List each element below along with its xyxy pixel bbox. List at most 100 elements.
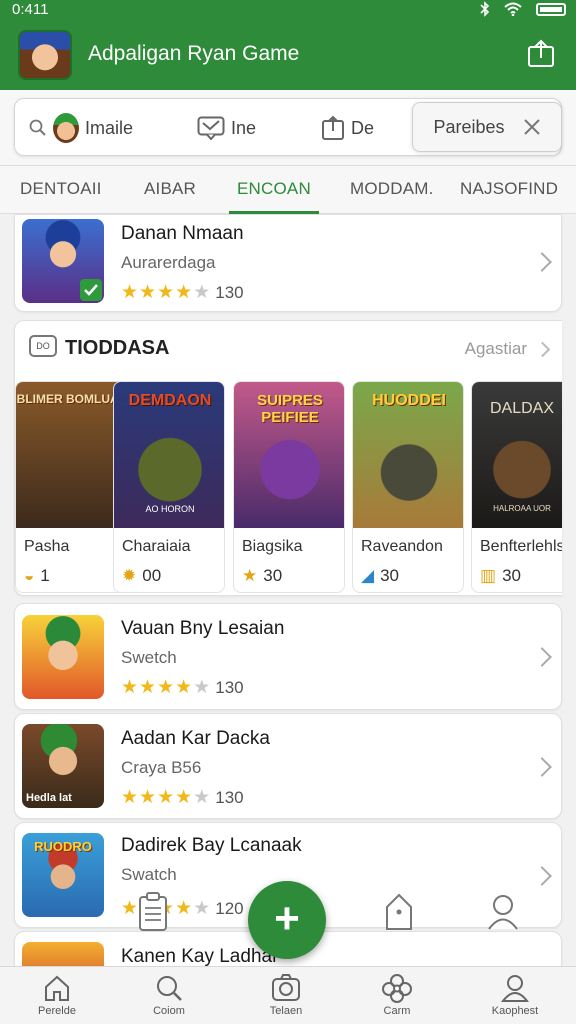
tab-moddam[interactable]: MODDAM. [350,166,434,214]
filter-chip-label: De [351,117,375,138]
app-title: Adpaligan Ryan Game [88,42,300,65]
section-badge-icon: DO [29,335,57,357]
clipboard-icon[interactable] [136,892,170,932]
share-icon[interactable] [526,38,556,68]
home-icon [45,975,69,1001]
game-title: Danan Nmaan [121,223,244,244]
tile-score-value: 30 [380,566,399,585]
tab-najsofind[interactable]: NAJSOFIND [460,166,558,214]
filter-chip-label: Imaile [85,117,134,138]
featured-section: DO TIODDASA Agastiar BLIMER BOMLUAD Pash… [14,320,562,596]
battery-icon [536,2,566,16]
lamp-icon: ◒ [24,566,35,585]
star-rating: ★ ★ ★ ★ ★ 130 [121,676,244,699]
tile-image: BLIMER BOMLUAD [16,382,127,528]
close-icon[interactable] [523,118,541,136]
nav-item-telaen[interactable]: Telaen [241,973,331,1017]
tile-caption: Biagsika [242,538,303,555]
rating-count: 130 [215,787,244,807]
nav-item-carm[interactable]: Carm [352,973,442,1017]
flower-icon [382,974,412,1003]
tile-score-value: 1 [40,566,50,585]
game-subtitle: Craya B56 [121,758,202,777]
chevron-right-icon [532,757,552,777]
featured-tile[interactable]: BLIMER BOMLUAD Pasha ◒ 1 [15,381,127,593]
game-card[interactable]: Danan Nmaan Aurarerdaga ★ ★ ★ ★ ★ 130 [14,214,562,312]
star-icon: ★ [175,677,193,698]
tile-score: ◒ 1 [24,566,50,586]
tile-art-title: DALDAX [489,400,555,417]
search-icon [157,976,182,1001]
message-icon [197,116,225,140]
tile-art-subtitle: AO HORON [145,504,195,514]
filter-chip-ine[interactable]: Ine [197,99,256,157]
nav-label: Carm [383,1005,411,1017]
tile-art-title: SUIPRES PEIFIEE [257,392,323,426]
game-thumbnail: RUODRO [22,833,104,917]
tile-caption: Pasha [24,538,70,555]
status-time: 0:411 [12,1,49,18]
filter-chip-de[interactable]: De [321,99,374,157]
tab-aibar[interactable]: AIBAR [144,166,196,214]
star-rating: ★ ★ ★ ★ ★ 130 [121,281,244,304]
featured-tile[interactable]: DALDAX HALROAA UOR Benfterlehls ▥ 30 [471,381,562,593]
filter-chip-imaile[interactable]: Imaile [29,99,133,157]
chevron-right-icon [532,866,552,886]
star-icon: ★ [121,787,139,808]
star-icon: ★ [157,787,175,808]
character-avatar [53,113,79,143]
game-card[interactable]: Hedla lat Aadan Kar Dacka Craya B56 ★ ★ ★ ★… [14,713,562,819]
wifi-icon [504,2,522,16]
add-fab-button[interactable]: + [248,881,326,959]
bolt-icon: ◢ [361,566,375,585]
nav-item-coiom[interactable]: Coiom [124,973,214,1017]
featured-tile[interactable]: SUIPRES PEIFIEE Biagsika ★ 30 [233,381,345,593]
tab-dentoaii[interactable]: DENTOAII [20,166,102,214]
rating-count: 120 [215,898,244,918]
game-subtitle: Aurarerdaga [121,253,216,272]
filter-chip-pareibes[interactable]: Pareibes [412,102,562,152]
tile-image: DEMDAON AO HORON [114,382,224,528]
tile-image: SUIPRES PEIFIEE [234,382,344,528]
game-title: Aadan Kar Dacka [121,728,270,749]
camera-icon [272,974,300,1001]
nav-label: Coiom [153,1005,185,1017]
chevron-right-icon [532,252,552,272]
bottom-navigation: Perelde Coiom Telaen Carm Kaophest [0,966,576,1024]
star-empty-icon: ★ [193,677,211,698]
game-title: Vauan Bny Lesaian [121,618,285,639]
game-subtitle: Swatch [121,865,177,884]
tag-icon[interactable] [382,892,416,932]
star-icon: ★ [139,677,157,698]
featured-tile[interactable]: DEMDAON AO HORON Charaiaia ✹ 00 [113,381,225,593]
thumbnail-art-text: Hedla lat [26,792,72,804]
nav-item-perelde[interactable]: Perelde [12,973,102,1017]
app-header: 0:411 Adpaligan Ryan Game [0,0,576,90]
star-icon: ★ [242,566,258,585]
game-card[interactable]: Vauan Bny Lesaian Swetch ★ ★ ★ ★ ★ 130 [14,603,562,710]
rating-count: 130 [215,282,244,302]
tile-score: ✹ 00 [122,566,161,586]
star-icon: ★ [121,282,139,303]
share-box-icon [322,115,344,140]
tile-score: ▥ 30 [480,566,521,586]
star-empty-icon: ★ [193,787,211,808]
tile-art-title: DEMDAON [128,392,212,409]
star-icon: ★ [139,787,157,808]
tile-caption: Benfterlehls [480,538,562,555]
section-link-label: Agastiar [464,339,527,358]
tile-art-title: BLIMER BOMLUAD [16,392,127,406]
status-icons [480,0,566,18]
verified-icon [80,279,102,301]
tab-encoan[interactable]: ENCOAN [229,166,319,214]
tile-score-value: 30 [263,566,283,585]
filter-chip-label: Pareibes [433,116,505,137]
user-icon[interactable] [486,892,520,932]
chevron-right-icon [534,341,551,357]
featured-tile[interactable]: HUODDEI Raveandon ◢ 30 [352,381,464,593]
tile-score: ★ 30 [242,566,282,586]
game-subtitle: Swetch [121,648,177,667]
nav-item-kaophest[interactable]: Kaophest [470,973,560,1017]
section-see-all-link[interactable]: Agastiar [464,339,551,359]
nav-label: Perelde [38,1005,76,1017]
